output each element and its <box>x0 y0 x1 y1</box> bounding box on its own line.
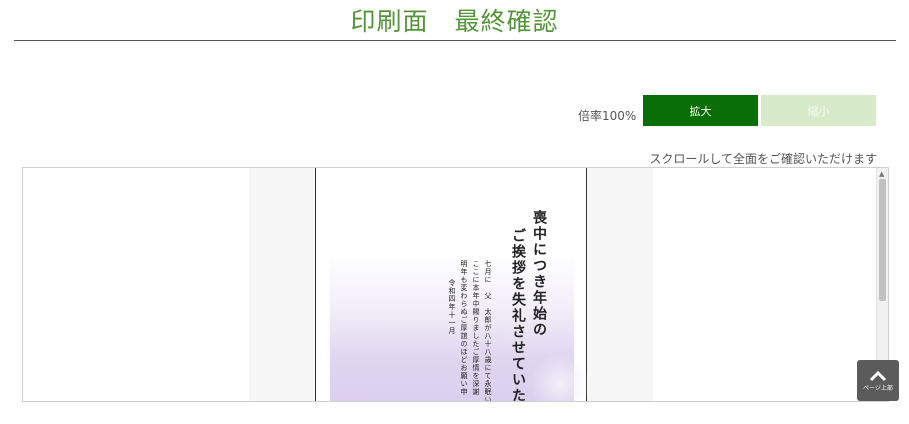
scrollbar-thumb[interactable] <box>879 179 886 301</box>
postcard-heading-line: 喪中につき年始の <box>531 210 547 338</box>
postcard-heading-line: ご挨拶を失礼させていた <box>510 228 526 402</box>
scroll-up-arrow-icon[interactable]: ▲ <box>879 171 884 178</box>
preview-viewer[interactable]: 喪中につき年始の ご挨拶を失礼させていた 七月に 父 太郎が八十八歳にて永眠い … <box>22 167 889 402</box>
postcard-body-line: 七月に 父 太郎が八十八歳にて永眠い <box>484 260 492 402</box>
zoom-out-button[interactable]: 縮小 <box>761 95 876 126</box>
chevron-up-icon <box>869 370 887 381</box>
title-divider <box>14 40 896 41</box>
page-top-label: ページ上部 <box>863 384 893 392</box>
page-title: 印刷面 最終確認 <box>350 7 559 36</box>
postcard-body-line: 令和四年十一月 <box>448 279 456 335</box>
page-top-button[interactable]: ページ上部 <box>857 360 899 401</box>
scroll-hint: スクロールして全面をご確認いただけます <box>649 152 877 166</box>
zoom-in-button[interactable]: 拡大 <box>643 95 758 126</box>
postcard-body-line: ここに本年中賜りましたご厚情を深謝 <box>472 260 480 396</box>
postcard-preview: 喪中につき年始の ご挨拶を失礼させていた 七月に 父 太郎が八十八歳にて永眠い … <box>315 168 590 402</box>
postcard-body-line: 明年も変わらぬご厚誼のほどお願い申 <box>460 260 468 396</box>
zoom-level-label: 倍率100% <box>578 109 637 123</box>
